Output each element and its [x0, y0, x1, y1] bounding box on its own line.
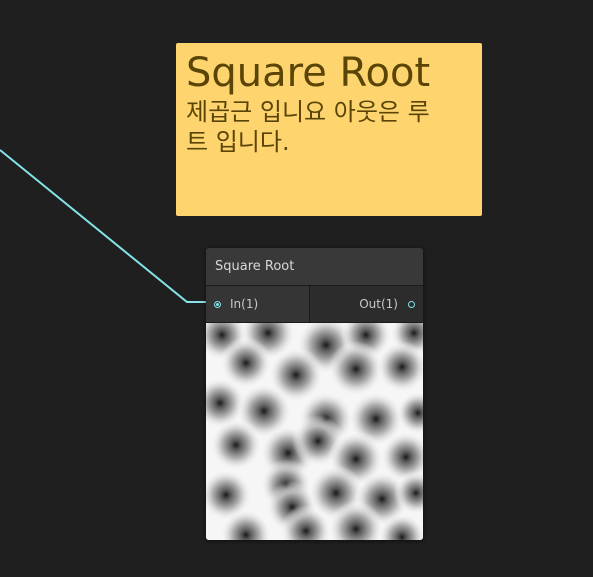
sticky-note[interactable]: Square Root 제곱근 입니요 아웃은 루트 입니다. — [176, 43, 482, 216]
sticky-note-body[interactable]: 제곱근 입니요 아웃은 루트 입니다. — [186, 97, 446, 157]
output-port-column: Out(1) — [310, 286, 423, 322]
square-root-node[interactable]: Square Root In(1) Out(1) — [206, 248, 423, 540]
input-port-dot-icon[interactable] — [214, 300, 221, 308]
input-port-column: In(1) — [206, 286, 310, 322]
input-port-label: In(1) — [230, 297, 259, 311]
preview-cell — [210, 419, 262, 471]
output-port[interactable]: Out(1) — [359, 297, 415, 311]
graph-canvas[interactable]: Square Root 제곱근 입니요 아웃은 루트 입니다. Square R… — [0, 0, 593, 577]
node-preview — [206, 323, 423, 540]
node-ports: In(1) Out(1) — [206, 286, 423, 323]
output-port-dot-icon[interactable] — [408, 300, 415, 308]
output-port-label: Out(1) — [359, 297, 398, 311]
input-port[interactable]: In(1) — [214, 297, 258, 311]
node-title[interactable]: Square Root — [206, 248, 423, 286]
sticky-note-title[interactable]: Square Root — [186, 49, 472, 97]
preview-cell — [328, 341, 384, 397]
